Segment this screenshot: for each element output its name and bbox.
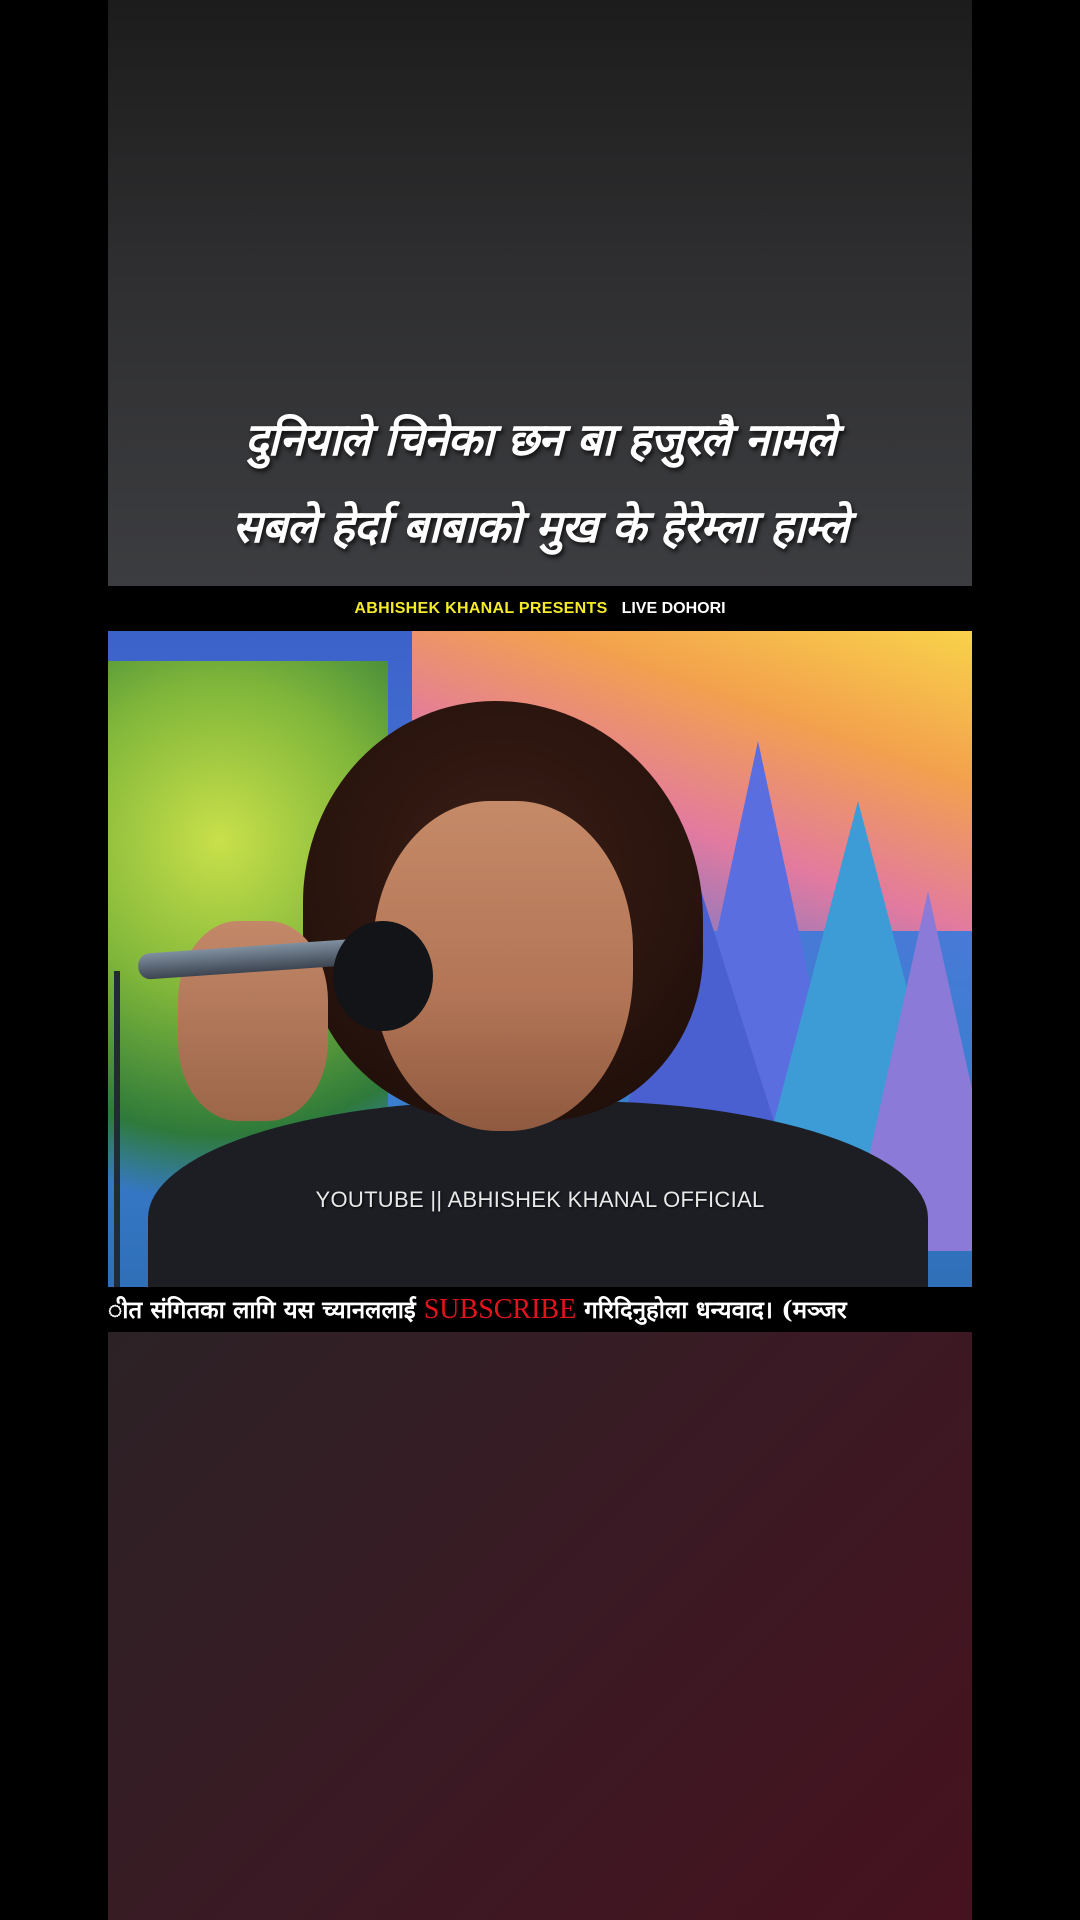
presents-label: ABHISHEK KHANAL PRESENTS: [354, 599, 608, 617]
reel-stage[interactable]: दुनियाले चिनेका छन बा हजुरलै नामले सबले …: [108, 0, 972, 1920]
lyrics-panel: दुनियाले चिनेका छन बा हजुरलै नामले सबले …: [108, 0, 972, 586]
lyric-line-2: सबले हेर्दा बाबाको मुख के हेरेम्ला हाम्ल…: [232, 500, 849, 553]
subscribe-ticker: ीत संगितका लागि यस च्यानललाई SUBSCRIBE ग…: [108, 1287, 972, 1332]
ticker-text-before: ीत संगितका लागि यस च्यानललाई: [108, 1295, 416, 1324]
mic-cable: [114, 971, 120, 1287]
video-header: ABHISHEK KHANAL PRESENTS LIVE DOHORI: [108, 586, 972, 631]
channel-watermark: YOUTUBE || ABHISHEK KHANAL OFFICIAL: [315, 1187, 765, 1212]
ticker-subscribe: SUBSCRIBE: [423, 1293, 577, 1325]
video-frame[interactable]: YOUTUBE || ABHISHEK KHANAL OFFICIAL: [108, 631, 972, 1287]
ticker-text-after: गरिदिनुहोला धन्यवाद। (मञ्जर: [584, 1295, 847, 1324]
bottom-background: [108, 1332, 972, 1920]
live-dohori-label: LIVE DOHORI: [621, 599, 726, 617]
lyric-line-1: दुनियाले चिनेका छन बा हजुरलै नामले: [244, 413, 837, 466]
microphone-head: [333, 921, 433, 1031]
